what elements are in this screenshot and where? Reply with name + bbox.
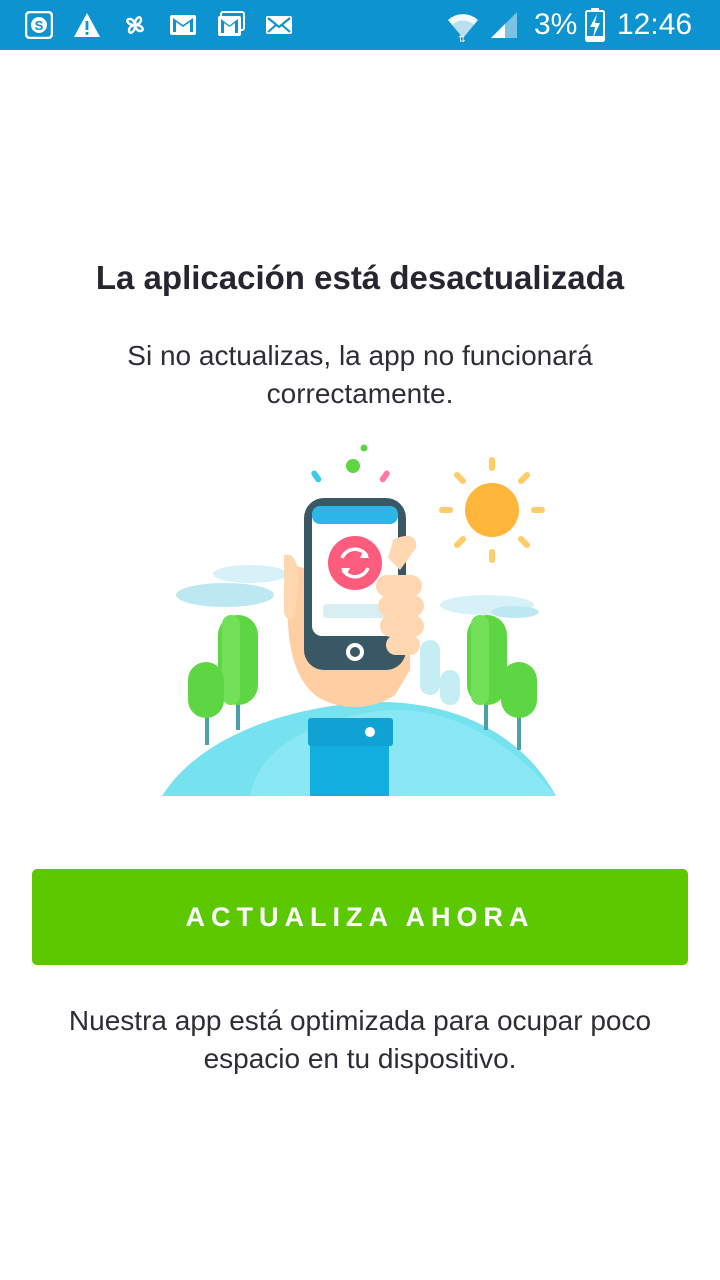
battery-charging-icon — [585, 8, 605, 42]
pinwheel-icon — [126, 16, 144, 34]
phone-update-illustration — [162, 444, 556, 796]
update-now-button[interactable]: ACTUALIZA AHORA — [32, 869, 688, 965]
dialog-title: La aplicación está desactualizada — [95, 259, 625, 296]
wifi-icon: ⇅ — [448, 14, 478, 42]
signal-icon — [491, 12, 517, 38]
tree-right-big — [467, 615, 507, 730]
dialog-message: Si no actualizas, la app no funcionará c… — [127, 340, 593, 409]
gmail-icon — [170, 15, 196, 35]
skype-icon: S — [25, 11, 53, 39]
warning-icon — [74, 13, 100, 37]
svg-text:⇅: ⇅ — [458, 34, 466, 42]
footnote-text: Nuestra app está optimizada para ocupar … — [68, 1005, 652, 1074]
tree-right-small — [501, 662, 537, 750]
tree-left-big — [218, 615, 258, 730]
sun-icon — [439, 457, 545, 563]
tree-left-small — [188, 662, 224, 745]
gmail-stack-icon — [218, 11, 245, 36]
clock-time: 12:46 — [617, 8, 693, 41]
battery-percent: 3% — [534, 8, 578, 41]
email-icon — [266, 16, 292, 34]
cloud-left — [176, 565, 287, 607]
cloud-right — [440, 595, 539, 618]
svg-text:S: S — [35, 18, 44, 33]
status-bar: S ⇅ 3% 12:46 — [0, 0, 720, 50]
